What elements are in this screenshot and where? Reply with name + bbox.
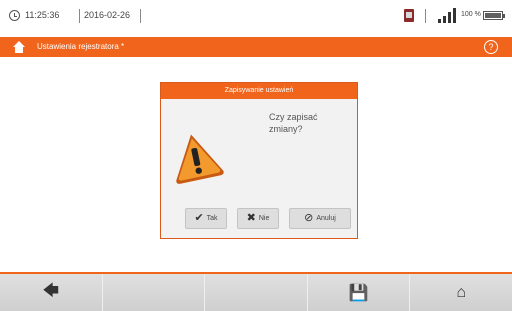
x-icon: ✖	[246, 212, 256, 224]
save-settings-dialog: Zapisywanie ustawień Czy zapisać zmiany?…	[160, 82, 358, 239]
dialog-title: Zapisywanie ustawień	[161, 83, 357, 99]
help-icon[interactable]: ?	[484, 40, 498, 54]
yes-button[interactable]: ✔ Tak	[185, 208, 227, 229]
signal-icon	[438, 8, 456, 23]
dialog-message-line: zmiany?	[269, 124, 303, 134]
cancel-button-label: Anuluj	[316, 215, 336, 222]
page-title: Ustawienia rejestratora *	[37, 42, 125, 51]
no-button[interactable]: ✖ Nie	[237, 208, 279, 229]
status-date: 2016-02-26	[84, 10, 131, 20]
bottom-toolbar: 🡄 💾 ⌂	[0, 274, 512, 311]
home-icon[interactable]	[13, 41, 25, 53]
status-time: 11:25:36	[25, 10, 60, 20]
status-divider	[140, 9, 141, 23]
title-bar: Ustawienia rejestratora * ?	[0, 37, 512, 57]
save-button[interactable]: 💾	[307, 274, 411, 311]
dialog-message-line: Czy zapisać	[269, 112, 318, 122]
status-divider	[79, 9, 80, 23]
back-arrow-icon: 🡄	[42, 282, 60, 299]
home-button[interactable]: ⌂	[410, 274, 512, 311]
check-icon: ✔	[194, 212, 204, 224]
status-divider	[425, 9, 426, 23]
status-bar: 11:25:36 2016-02-26 100 %	[0, 0, 512, 32]
dialog-message: Czy zapisać zmiany?	[269, 111, 349, 135]
clock-icon	[9, 10, 20, 21]
no-button-label: Nie	[258, 215, 270, 222]
back-button[interactable]: 🡄	[0, 274, 103, 311]
save-icon: 💾	[348, 284, 369, 302]
file-icon	[404, 9, 414, 22]
yes-button-label: Tak	[206, 215, 218, 222]
battery-percentage: 100 %	[461, 11, 481, 18]
toolbar-empty-button[interactable]	[205, 274, 308, 311]
warning-icon	[176, 134, 224, 184]
cancel-button[interactable]: ⊘ Anuluj	[289, 208, 351, 229]
home-icon: ⌂	[456, 283, 467, 301]
cancel-icon: ⊘	[304, 212, 314, 224]
toolbar-empty-button[interactable]	[102, 274, 206, 311]
battery-icon	[483, 11, 505, 20]
